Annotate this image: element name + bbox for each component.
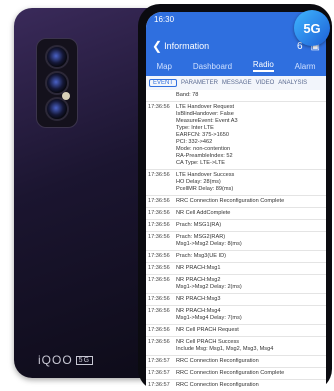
log-row[interactable]: 17:36:56 NR PRACH:Msg2 Msg1->Msg2 Delay: … — [146, 275, 326, 294]
log-message: NR Cell PRACH Request — [176, 327, 239, 333]
subtab-parameter[interactable]: PARAMETER — [181, 80, 218, 86]
log-row[interactable]: 17:36:56 Prach: MSG2(RAR) Msg1->Msg2 Dela… — [146, 232, 326, 251]
flash-icon — [62, 92, 70, 100]
log-time: 17:36:56 — [148, 198, 170, 204]
brand-text: iQOO — [38, 353, 73, 367]
log-time: 17:36:57 — [148, 370, 170, 376]
log-message: NR PRACH:Msg2 Msg1->Msg2 Delay: 2(ms) — [176, 277, 242, 290]
subtab-video[interactable]: VIDEO — [256, 80, 275, 86]
subtab-analysis[interactable]: ANALYSIS — [278, 80, 307, 86]
brand-5g-badge: 5G — [75, 356, 94, 366]
log-message: Band: 78 — [176, 92, 199, 98]
camera-lens-icon — [45, 97, 69, 121]
log-time: 17:36:57 — [148, 358, 170, 364]
camera-module — [36, 38, 78, 128]
log-row[interactable]: 17:36:57 RRC Connection Reconfiguration — [146, 356, 326, 368]
log-row[interactable]: 17:36:56 Prach: Msg3(UE ID) — [146, 251, 326, 263]
log-message: Prach: MSG1(RA) — [176, 222, 222, 228]
log-time: 17:36:56 — [148, 296, 170, 302]
log-row[interactable]: 17:36:56 RRC Connection Reconfiguration C… — [146, 196, 326, 208]
log-time: 17:36:56 — [148, 222, 170, 228]
log-time: 17:36:56 — [148, 253, 170, 259]
app-screen: 16:30 ❮ Information 6 ▣ Map Dashboard Ra… — [146, 12, 326, 391]
log-row[interactable]: 17:36:56 NR Cell PRACH Request — [146, 325, 326, 337]
log-row[interactable]: 17:36:56 NR PRACH:Msg4 Msg1->Msg4 Delay: … — [146, 306, 326, 325]
log-time: 17:36:56 — [148, 339, 170, 345]
log-time: 17:36:56 — [148, 210, 170, 216]
log-message: NR Cell AddComplete — [176, 210, 231, 216]
tab-map[interactable]: Map — [156, 62, 172, 71]
camera-lens-icon — [45, 45, 69, 69]
subtab-message[interactable]: MESSAGE — [222, 80, 252, 86]
log-message: RRC Connection Reconfiguration Complete — [176, 198, 285, 204]
log-message: Prach: MSG2(RAR) Msg1->Msg2 Delay: 8(ms) — [176, 234, 242, 247]
tab-radio[interactable]: Radio — [252, 60, 274, 72]
log-message: LTE Handover Request IsBlindHandover: Fa… — [176, 104, 238, 166]
log-row[interactable]: Band: 78 — [146, 90, 326, 102]
log-row[interactable]: 17:36:56 NR Cell PRACH Success Include Ms… — [146, 337, 326, 356]
tab-alarm[interactable]: Alarm — [295, 62, 316, 71]
log-time: 17:36:56 — [148, 308, 170, 314]
tab-dashboard[interactable]: Dashboard — [193, 62, 232, 71]
log-row[interactable]: 17:36:56 NR PRACH:Msg3 — [146, 294, 326, 306]
log-message: LTE Handover Success HO Delay: 28(ms) Pc… — [176, 172, 235, 192]
subtab-event[interactable]: EVENT — [149, 79, 178, 87]
log-row[interactable]: 17:36:56 NR Cell AddComplete — [146, 208, 326, 220]
event-log: Band: 78 17:36:56 LTE Handover Request IsB… — [146, 90, 326, 391]
log-row[interactable]: 17:36:57 RRC Connection Reconfiguration C… — [146, 368, 326, 380]
log-row[interactable]: 17:36:57 RRC Connection Reconfiguration — [146, 380, 326, 391]
log-message: RRC Connection Reconfiguration — [176, 382, 259, 388]
status-time: 16:30 — [154, 15, 175, 24]
log-time: 17:36:56 — [148, 265, 170, 271]
log-message: RRC Connection Reconfiguration Complete — [176, 370, 285, 376]
5g-badge-icon: 5G — [294, 10, 330, 46]
log-row[interactable]: 17:36:56 LTE Handover Request IsBlindHand… — [146, 102, 326, 170]
log-message: NR PRACH:Msg1 — [176, 265, 221, 271]
back-button[interactable]: ❮ — [152, 39, 162, 53]
log-time: 17:36:56 — [148, 277, 170, 283]
log-time: 17:36:56 — [148, 327, 170, 333]
log-time: 17:36:56 — [148, 172, 170, 178]
log-message: NR PRACH:Msg3 — [176, 296, 221, 302]
page-title: Information — [164, 41, 210, 51]
phone-brand-logo: iQOO 5G — [38, 353, 94, 367]
log-row[interactable]: 17:36:56 Prach: MSG1(RA) — [146, 220, 326, 232]
sub-tabs: EVENT PARAMETER MESSAGE VIDEO ANALYSIS — [146, 76, 326, 90]
front-phone-image: 16:30 ❮ Information 6 ▣ Map Dashboard Ra… — [138, 4, 332, 391]
main-tabs: Map Dashboard Radio Alarm — [146, 56, 326, 76]
log-message: NR Cell PRACH Success Include Msg: Msg1,… — [176, 339, 274, 352]
log-time: 17:36:56 — [148, 104, 170, 110]
log-time: 17:36:56 — [148, 234, 170, 240]
log-message: Prach: Msg3(UE ID) — [176, 253, 227, 259]
log-message: RRC Connection Reconfiguration — [176, 358, 259, 364]
log-time — [148, 92, 176, 99]
log-time: 17:36:57 — [148, 382, 170, 388]
log-message: NR PRACH:Msg4 Msg1->Msg4 Delay: 7(ms) — [176, 308, 242, 321]
log-row[interactable]: 17:36:56 LTE Handover Success HO Delay: 2… — [146, 170, 326, 196]
log-row[interactable]: 17:36:56 NR PRACH:Msg1 — [146, 263, 326, 275]
